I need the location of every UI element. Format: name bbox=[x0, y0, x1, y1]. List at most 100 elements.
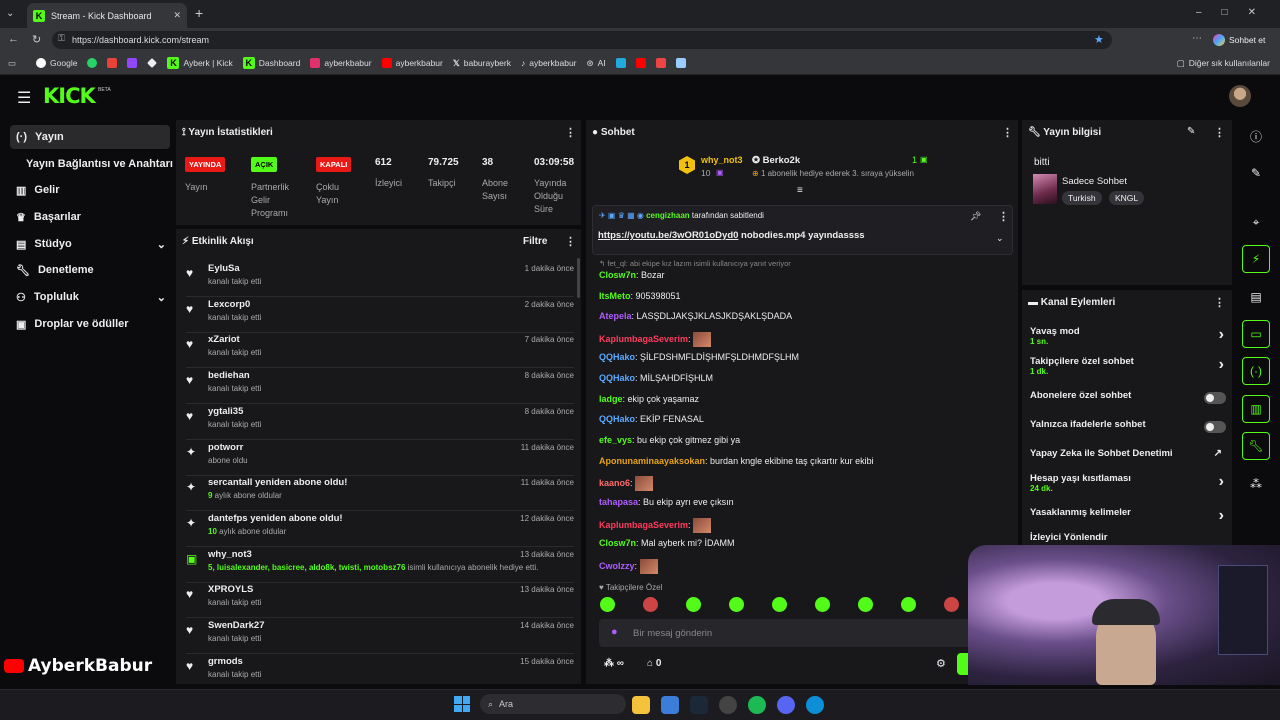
edit-icon[interactable]: ✎ bbox=[1242, 159, 1270, 187]
copilot-button[interactable]: Sohbet et bbox=[1213, 30, 1275, 50]
emote-icon[interactable] bbox=[643, 597, 658, 612]
chat-message[interactable]: ItsMeto: 905398051 bbox=[599, 291, 681, 301]
channel-action-row[interactable]: Takipçilere özel sohbet 1 dk. › bbox=[1030, 356, 1226, 376]
chat-username[interactable]: Cwolzzy bbox=[599, 561, 635, 571]
sidebar-item-topluluk[interactable]: ⚇ Topluluk ⌄ bbox=[10, 285, 170, 309]
stats-icon[interactable]: ▥ bbox=[1242, 395, 1270, 423]
chat-message[interactable]: efe_vys: bu ekip çok gitmez gibi ya bbox=[599, 435, 740, 445]
chat-message[interactable]: kaano6: bbox=[599, 476, 654, 491]
toggle-switch[interactable] bbox=[1204, 421, 1226, 433]
mic-icon[interactable]: ● bbox=[611, 626, 618, 638]
browser-tab[interactable]: K Stream - Kick Dashboard ✕ bbox=[27, 3, 187, 28]
favorite-star-icon[interactable]: ★ bbox=[1094, 33, 1104, 46]
pin-icon[interactable]: 📌︎ bbox=[970, 211, 981, 222]
chat-menu-icon[interactable]: ⋮ bbox=[1002, 126, 1013, 139]
bookmark-misc[interactable] bbox=[147, 58, 158, 68]
tab-close-icon[interactable]: ✕ bbox=[173, 10, 181, 21]
chat-message[interactable]: Closw7n: Mal ayberk mi? İDAMM bbox=[599, 538, 735, 548]
bookmark-dashboard[interactable]: K Dashboard bbox=[242, 57, 300, 69]
kick-logo[interactable]: KICK bbox=[43, 84, 96, 108]
bookmark-youtube[interactable]: ayberkbabur bbox=[381, 58, 443, 68]
bookmark-google[interactable]: Google bbox=[36, 58, 77, 68]
bookmark-twitch[interactable] bbox=[127, 58, 138, 68]
community-icon[interactable]: ⁂ bbox=[1242, 470, 1270, 498]
more-menu-icon[interactable]: ⋯ bbox=[1192, 33, 1202, 44]
spotify-icon[interactable] bbox=[748, 696, 766, 714]
bookmark-icon-2[interactable] bbox=[635, 58, 646, 68]
channel-action-row[interactable]: Yavaş mod 1 sn. › bbox=[1030, 326, 1226, 346]
info-icon[interactable]: ⓘ bbox=[1242, 122, 1270, 150]
chat-message[interactable]: Cwolzzy: bbox=[599, 559, 658, 574]
chat-message[interactable]: QQHako: EKİP FENASAL bbox=[599, 414, 704, 424]
document-icon[interactable]: ▤ bbox=[1242, 283, 1270, 311]
file-explorer-icon[interactable] bbox=[632, 696, 650, 714]
channel-action-row[interactable]: Hesap yaşı kısıtlaması 24 dk. › bbox=[1030, 473, 1226, 493]
event-row[interactable]: ♥ XPROYLS kanalı takip etti 13 dakika önce bbox=[186, 582, 574, 619]
bolt-icon[interactable]: ⚡︎ bbox=[1242, 245, 1270, 273]
window-controls[interactable]: –□✕ bbox=[1196, 7, 1276, 18]
chat-username[interactable]: Closw7n bbox=[599, 270, 636, 280]
chat-username[interactable]: QQHako bbox=[599, 414, 635, 424]
event-row[interactable]: ♥ ygtali35 kanalı takip etti 8 dakika önce bbox=[186, 404, 574, 440]
chat-username[interactable]: ItsMeto bbox=[599, 291, 631, 301]
bookmark-instagram[interactable]: ayberkbabur bbox=[310, 58, 372, 68]
emote-icon[interactable] bbox=[600, 597, 615, 612]
tab-list-icon[interactable]: ⌄ bbox=[6, 8, 14, 19]
emote-icon[interactable] bbox=[772, 597, 787, 612]
sidebar-item-basarilar[interactable]: ♛ Başarılar bbox=[10, 205, 170, 229]
photos-icon[interactable] bbox=[661, 696, 679, 714]
edge-icon[interactable] bbox=[806, 696, 824, 714]
sidebar-item-studyo[interactable]: ▤ Stüdyo ⌄ bbox=[10, 232, 170, 256]
edit-icon[interactable]: ✎ bbox=[1187, 126, 1195, 137]
bookmark-icon-3[interactable] bbox=[655, 58, 666, 68]
stream-info-menu-icon[interactable]: ⋮ bbox=[1214, 126, 1225, 139]
sidebar-item-stream-key[interactable]: Yayın Bağlantısı ve Anahtarı bbox=[10, 152, 180, 176]
channel-action-row[interactable]: Yapay Zeka ile Sohbet Denetimi ↗ bbox=[1030, 448, 1226, 459]
chat-message[interactable]: tahapasa: Bu ekip ayrı eve çıksın bbox=[599, 497, 734, 507]
stats-menu-icon[interactable]: ⋮ bbox=[565, 126, 576, 139]
event-row[interactable]: ♥ xZariot kanalı takip etti 7 dakika önce bbox=[186, 332, 574, 369]
wrench-icon[interactable]: 🔧︎ bbox=[1242, 432, 1270, 460]
chat-username[interactable]: Closw7n bbox=[599, 538, 636, 548]
event-row[interactable]: ♥ Lexcorp0 kanalı takip etti 2 dakika önce bbox=[186, 297, 574, 333]
other-bookmarks[interactable]: ▢ Diğer sık kullanılanlar bbox=[1177, 58, 1270, 69]
chat-message[interactable]: Closw7n: Bozar bbox=[599, 270, 665, 280]
toggle-switch[interactable] bbox=[1204, 392, 1226, 404]
chat-username[interactable]: KaplumbagaSeverim bbox=[599, 520, 688, 530]
chat-username[interactable]: Atepela bbox=[599, 311, 632, 321]
bookmark-tiktok[interactable]: ♪ ayberkbabur bbox=[521, 58, 577, 68]
channel-action-row[interactable]: Abonelere özel sohbet bbox=[1030, 390, 1226, 404]
emote-icon[interactable] bbox=[686, 597, 701, 612]
sidebar-item-yayin[interactable]: (·) Yayın bbox=[10, 125, 170, 149]
expand-leaderboard-icon[interactable]: ≡ bbox=[797, 185, 803, 196]
taskbar-search[interactable]: ⌕ Ara bbox=[480, 694, 626, 714]
activity-menu-icon[interactable]: ⋮ bbox=[565, 235, 576, 248]
chat-message[interactable]: ladge: ekip çok yaşamaz bbox=[599, 394, 699, 404]
filter-button[interactable]: Filtre bbox=[523, 236, 547, 247]
emote-icon[interactable] bbox=[944, 597, 959, 612]
event-row[interactable]: ♥ bediehan kanalı takip etti 8 dakika önce bbox=[186, 368, 574, 405]
chat-username[interactable]: KaplumbagaSeverim bbox=[599, 334, 688, 344]
channel-actions-menu-icon[interactable]: ⋮ bbox=[1214, 296, 1225, 309]
windows-start-icon[interactable] bbox=[454, 696, 470, 712]
event-row[interactable]: ▣ why_not3 5, luisalexander, basicree, ald… bbox=[186, 547, 574, 583]
event-row[interactable]: ♥ grmods kanalı takip etti 15 dakika önce bbox=[186, 654, 574, 690]
discord-icon[interactable] bbox=[777, 696, 795, 714]
chat-username[interactable]: tahapasa bbox=[599, 497, 638, 507]
bookmark-icon-4[interactable] bbox=[675, 58, 686, 68]
steam-icon[interactable] bbox=[690, 696, 708, 714]
activity-scrollbar[interactable] bbox=[577, 258, 580, 298]
tag-pill[interactable]: KNGL bbox=[1109, 191, 1145, 205]
event-row[interactable]: ♥ EyluSa kanalı takip etti 1 dakika önce bbox=[186, 261, 574, 297]
capture-icon[interactable]: ⌖ bbox=[1242, 208, 1270, 236]
chat-icon[interactable]: ▭ bbox=[1242, 320, 1270, 348]
collections-icon[interactable]: ▭ bbox=[8, 58, 16, 69]
chat-username[interactable]: ladge bbox=[599, 394, 623, 404]
emote-icon[interactable] bbox=[901, 597, 916, 612]
pinned-link[interactable]: https://youtu.be/3wOR01oDyd0 bbox=[598, 230, 738, 241]
event-row[interactable]: ✦ dantefps yeniden abone oldu! 10 aylık ab… bbox=[186, 511, 574, 547]
bank[interactable]: ⌂ 0 bbox=[647, 658, 661, 669]
chat-username[interactable]: kaano6 bbox=[599, 478, 630, 488]
url-field[interactable]: https://dashboard.kick.com/stream bbox=[52, 31, 1112, 49]
emote-icon[interactable] bbox=[858, 597, 873, 612]
